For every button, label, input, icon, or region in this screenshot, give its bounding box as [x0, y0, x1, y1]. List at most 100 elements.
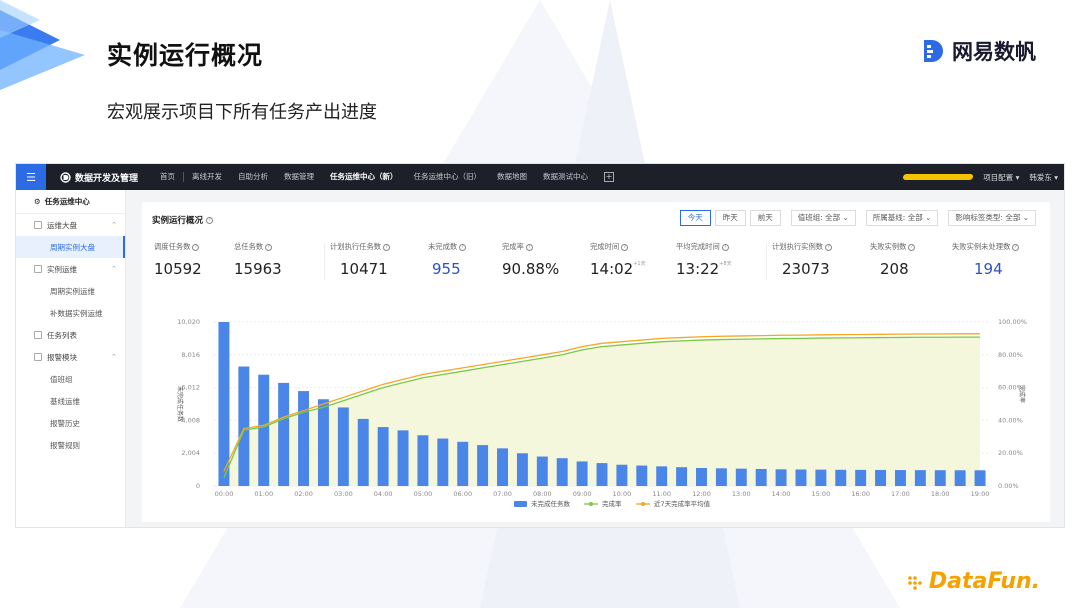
panel-title: 实例运行概况 ?: [152, 214, 214, 226]
stat-avg-finish-time: 平均完成时间? 13:22+8天: [676, 242, 732, 278]
yesterday-button[interactable]: 昨天: [714, 210, 746, 226]
datafun-name: DataFun.: [928, 569, 1040, 594]
day-before-yesterday-button[interactable]: 前天: [749, 210, 781, 226]
sidebar-item-alarm-rules[interactable]: 报警规则: [16, 434, 125, 456]
project-config-menu[interactable]: 项目配置 ▾: [983, 172, 1019, 183]
bar[interactable]: [914, 470, 926, 486]
bar[interactable]: [317, 399, 329, 486]
stat-label: 调度任务数: [154, 242, 191, 251]
bar[interactable]: [954, 470, 966, 486]
nav-self-analysis[interactable]: 自助分析: [230, 164, 276, 190]
bar[interactable]: [855, 469, 867, 486]
bar[interactable]: [457, 441, 469, 486]
info-icon[interactable]: ?: [192, 243, 200, 251]
impact-tag-type-select[interactable]: 影响标签类型: 全部 ⌄: [948, 210, 1036, 226]
bar[interactable]: [934, 470, 946, 486]
bar[interactable]: [795, 469, 807, 486]
bar[interactable]: [337, 407, 349, 486]
bar[interactable]: [516, 453, 528, 486]
bar[interactable]: [278, 382, 290, 486]
baseline-select[interactable]: 所属基线: 全部 ⌄: [865, 210, 939, 226]
y2-tick-label: 0.00%: [998, 482, 1019, 490]
x-tick-label: 00:00: [215, 490, 234, 498]
sidebar-group-instance-ops[interactable]: 实例运维 ⌃: [16, 258, 125, 280]
menu-button[interactable]: ☰: [16, 164, 46, 190]
bar[interactable]: [815, 469, 827, 486]
sidebar-group-alarm[interactable]: 报警模块 ⌃: [16, 346, 125, 368]
bar[interactable]: [298, 391, 310, 486]
bar[interactable]: [477, 445, 489, 486]
sidebar-group-task-list[interactable]: 任务列表: [16, 324, 125, 346]
duty-group-select[interactable]: 值班组: 全部 ⌄: [790, 210, 856, 226]
bar[interactable]: [556, 458, 568, 486]
x-tick-label: 12:00: [692, 490, 711, 498]
bar[interactable]: [258, 374, 270, 486]
y-tick-label: 4,008: [181, 416, 200, 424]
bar[interactable]: [676, 467, 688, 486]
bar[interactable]: [715, 468, 727, 486]
bar[interactable]: [735, 468, 747, 486]
stat-label: 完成时间: [590, 242, 620, 251]
x-tick-label: 01:00: [254, 490, 273, 498]
stat-unfinished: 未完成数? 955: [428, 242, 467, 278]
bar[interactable]: [974, 470, 986, 486]
info-icon[interactable]: ?: [621, 243, 629, 251]
info-icon[interactable]: ?: [265, 243, 273, 251]
bar[interactable]: [576, 461, 588, 486]
sidebar-item-duty-group[interactable]: 值班组: [16, 368, 125, 390]
y2-axis-title: 完成率: [1018, 385, 1026, 403]
redacted-project-name[interactable]: [902, 174, 974, 180]
bar[interactable]: [636, 465, 648, 486]
nav-home[interactable]: 首页: [152, 164, 183, 190]
bar[interactable]: [755, 468, 767, 486]
info-icon[interactable]: ?: [908, 243, 916, 251]
x-tick-label: 04:00: [374, 490, 393, 498]
stat-value: 208: [880, 260, 909, 278]
stat-value: 13:22: [676, 260, 720, 278]
stat-scheduled-tasks: 调度任务数? 10592: [154, 242, 202, 278]
sidebar-item-alarm-history[interactable]: 报警历史: [16, 412, 125, 434]
add-tab-icon[interactable]: +: [604, 172, 615, 182]
info-icon[interactable]: ?: [721, 243, 729, 251]
app-title[interactable]: 数据开发及管理: [60, 171, 138, 184]
bar[interactable]: [497, 448, 508, 486]
info-icon[interactable]: ?: [206, 216, 214, 224]
x-tick-label: 18:00: [931, 490, 950, 498]
bar[interactable]: [696, 467, 707, 486]
user-menu[interactable]: 韩爱东 ▾: [1029, 172, 1058, 183]
stat-label: 完成率: [502, 242, 524, 251]
nav-data-map[interactable]: 数据地图: [489, 164, 535, 190]
bar[interactable]: [536, 456, 548, 486]
today-button[interactable]: 今天: [679, 210, 711, 226]
info-icon[interactable]: ?: [825, 243, 833, 251]
info-icon[interactable]: ?: [1012, 243, 1020, 251]
bar[interactable]: [238, 366, 250, 486]
nav-data-management[interactable]: 数据管理: [276, 164, 322, 190]
info-icon[interactable]: ?: [459, 243, 467, 251]
sidebar-item-periodic-instance-dashboard[interactable]: 周期实例大盘: [16, 236, 125, 258]
info-icon[interactable]: ?: [525, 243, 533, 251]
nav-task-ops-new[interactable]: 任务运维中心（新）: [322, 164, 406, 190]
stat-label: 计划执行实例数: [772, 242, 824, 251]
sidebar-group-ops-dashboard[interactable]: 运维大盘 ⌃: [16, 214, 125, 236]
bar[interactable]: [616, 464, 628, 486]
bar[interactable]: [875, 469, 887, 486]
info-icon[interactable]: ?: [383, 243, 391, 251]
bar[interactable]: [417, 435, 429, 486]
sidebar-item-backfill-instance-ops[interactable]: 补数据实例运维: [16, 302, 125, 324]
sidebar-item-periodic-instance-ops[interactable]: 周期实例运维: [16, 280, 125, 302]
sidebar-item-baseline-ops[interactable]: 基线运维: [16, 390, 125, 412]
bar[interactable]: [775, 469, 787, 486]
bar[interactable]: [894, 470, 906, 486]
bar[interactable]: [835, 469, 847, 486]
bar[interactable]: [377, 427, 389, 486]
nav-data-test-center[interactable]: 数据测试中心: [535, 164, 596, 190]
bar[interactable]: [397, 430, 409, 486]
bar[interactable]: [437, 438, 449, 486]
nav-task-ops-old[interactable]: 任务运维中心（旧）: [406, 164, 490, 190]
bar[interactable]: [656, 466, 668, 486]
nav-offline-dev[interactable]: 离线开发: [184, 164, 230, 190]
bar[interactable]: [218, 322, 230, 486]
bar[interactable]: [596, 463, 608, 486]
bar[interactable]: [357, 418, 369, 486]
